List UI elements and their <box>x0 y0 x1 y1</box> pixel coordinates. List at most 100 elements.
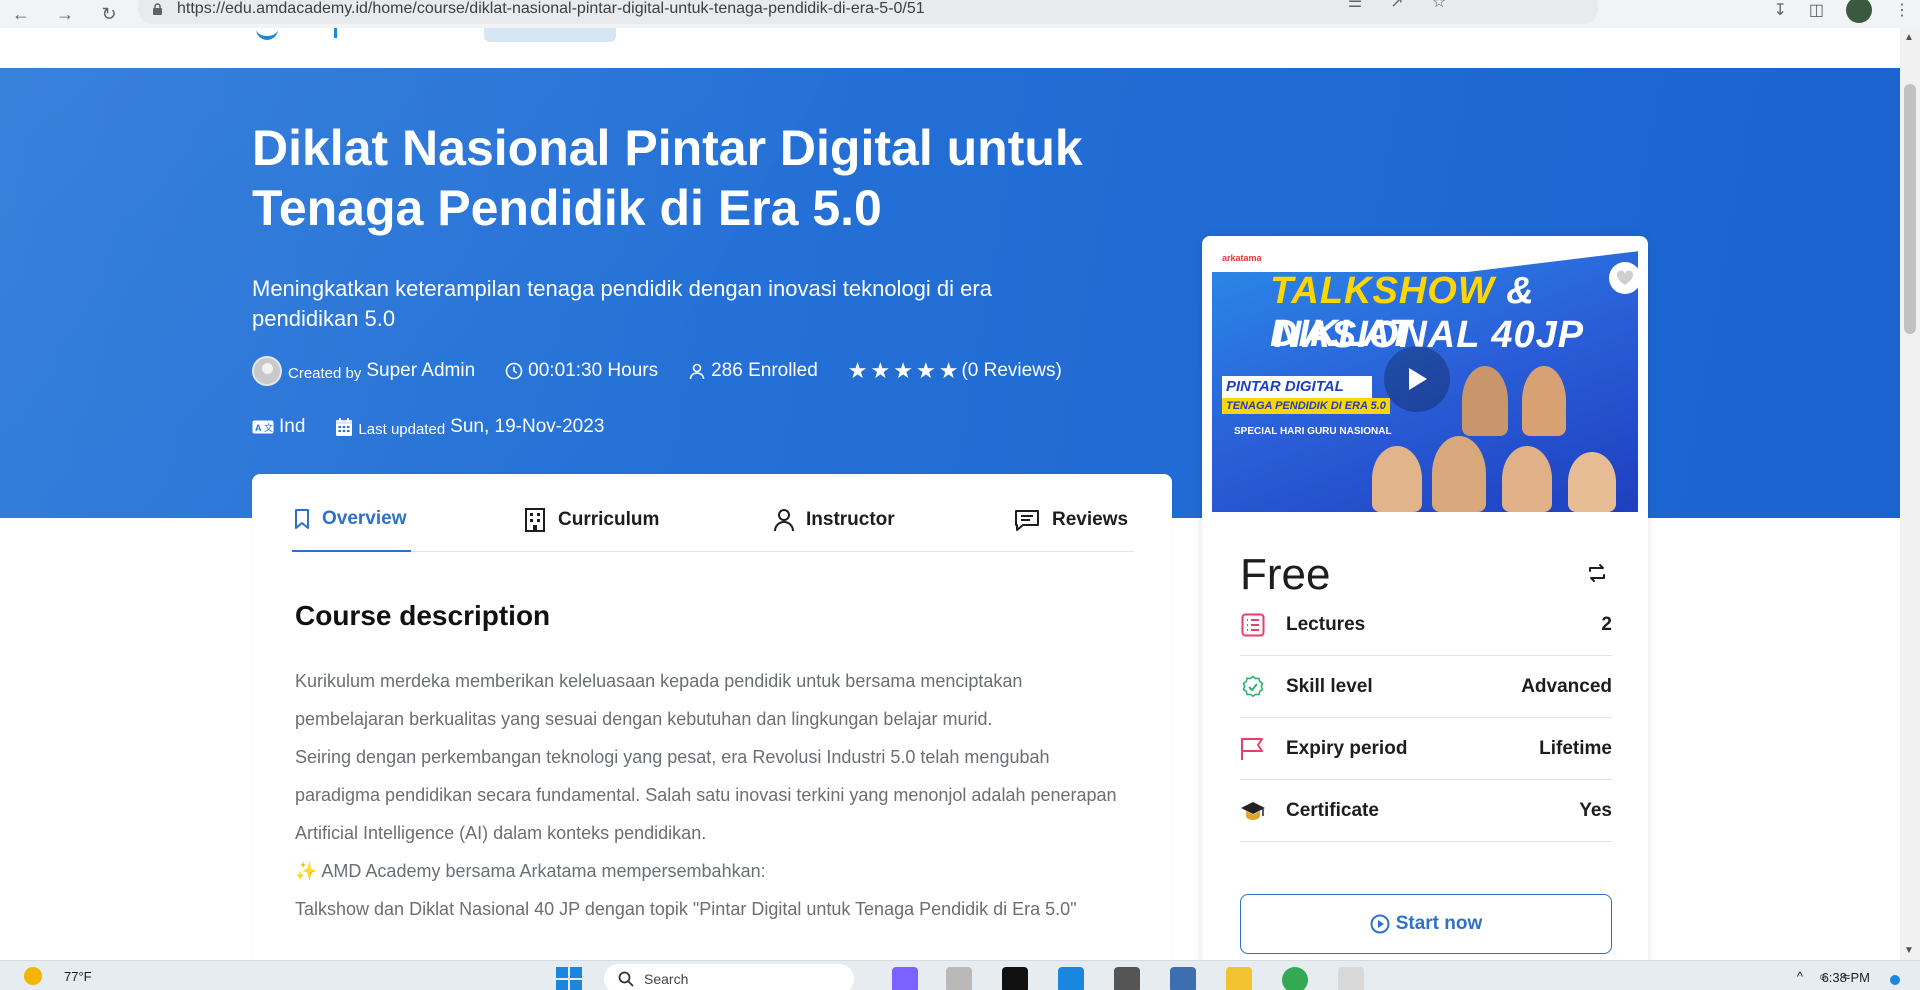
comment-icon <box>1015 510 1039 531</box>
app-icon[interactable] <box>946 967 972 990</box>
badge-check-icon <box>1240 674 1266 700</box>
certificate-label: Certificate <box>1286 799 1379 821</box>
course-preview-thumbnail[interactable]: arkatama TALKSHOW & DIKLAT NASIONAL 40JP… <box>1212 246 1638 512</box>
tab-overview[interactable]: Overview <box>294 508 407 530</box>
description-paragraph: Kurikulum merdeka memberikan keleluasaan… <box>295 671 1023 729</box>
play-icon <box>1409 368 1427 390</box>
browser-toolbar: ← → ↻ https://edu.amdacademy.id/home/cou… <box>0 0 1920 28</box>
app-icon[interactable] <box>1114 967 1140 990</box>
share-icon[interactable]: ↗ <box>1388 0 1406 12</box>
clock-icon <box>505 362 523 380</box>
taskbar-clock[interactable]: 6:38 PM <box>1822 970 1870 985</box>
header-nav-button[interactable] <box>484 28 616 42</box>
tab-curriculum[interactable]: Curriculum <box>524 508 659 532</box>
thumbnail-person <box>1462 366 1508 436</box>
expiry-period-value: Lifetime <box>1539 737 1612 759</box>
active-tab-indicator <box>292 550 411 552</box>
scroll-down-icon[interactable]: ▼ <box>1904 945 1914 956</box>
created-by-label: Created by <box>288 364 362 382</box>
expiry-period-row: Expiry period Lifetime <box>1240 718 1612 780</box>
thumbnail-person <box>1522 366 1566 436</box>
last-updated-date: Sun, 19-Nov-2023 <box>450 416 605 437</box>
tab-overview-label: Overview <box>322 508 407 529</box>
thumbnail-caption: SPECIAL HARI GURU NASIONAL <box>1234 426 1392 437</box>
expiry-period-label: Expiry period <box>1286 737 1408 759</box>
lectures-row: Lectures 2 <box>1240 594 1612 656</box>
language-text: Ind <box>279 416 306 437</box>
skill-level-label: Skill level <box>1286 675 1373 697</box>
start-now-button[interactable]: Start now <box>1240 894 1612 954</box>
certificate-row: Certificate Yes <box>1240 780 1612 842</box>
wishlist-button[interactable] <box>1609 262 1638 294</box>
notification-icon[interactable] <box>1890 975 1900 985</box>
language-icon: A文 <box>252 420 274 434</box>
url-text: https://edu.amdacademy.id/home/course/di… <box>177 0 925 17</box>
tab-curriculum-label: Curriculum <box>558 509 660 530</box>
course-purchase-card: arkatama TALKSHOW & DIKLAT NASIONAL 40JP… <box>1202 236 1648 990</box>
app-icon[interactable] <box>1170 967 1196 990</box>
lock-icon <box>153 3 162 15</box>
course-title: Diklat Nasional Pintar Digital untuk Ten… <box>252 120 1083 236</box>
address-bar[interactable]: https://edu.amdacademy.id/home/course/di… <box>138 0 1598 24</box>
last-updated-label: Last updated <box>358 420 446 438</box>
snipping-tool-icon[interactable] <box>1338 967 1364 990</box>
enrolled-text: 286 Enrolled <box>711 360 818 381</box>
forward-icon[interactable]: → <box>54 3 76 25</box>
user-icon <box>688 362 706 380</box>
menu-icon[interactable]: ⋮ <box>1894 0 1910 20</box>
star-icon: ★ <box>870 358 891 383</box>
download-icon[interactable]: ↧ <box>1773 0 1786 20</box>
bookmark-icon <box>295 509 309 529</box>
reload-icon[interactable]: ↻ <box>98 3 120 25</box>
site-header <box>0 28 1900 68</box>
chrome-app-icon[interactable] <box>1282 967 1308 990</box>
side-panel-icon[interactable]: ◫ <box>1809 0 1824 20</box>
netflix-app-icon[interactable] <box>1002 967 1028 990</box>
play-preview-button[interactable] <box>1384 346 1450 412</box>
course-tabs: Overview Curriculum Instructor Reviews <box>292 474 1134 552</box>
store-app-icon[interactable] <box>1058 967 1084 990</box>
lectures-value: 2 <box>1601 613 1612 635</box>
skill-level-value: Advanced <box>1521 675 1612 697</box>
thumbnail-person <box>1568 452 1616 512</box>
search-icon <box>618 971 634 987</box>
logo-divider <box>334 28 337 38</box>
tab-instructor[interactable]: Instructor <box>774 508 895 532</box>
description-paragraph: Seiring dengan perkembangan teknologi ya… <box>295 747 1117 843</box>
page-scrollbar[interactable]: ▲ ▼ <box>1900 28 1920 960</box>
duration-info: 00:01:30 Hours <box>505 360 658 382</box>
description-heading: Course description <box>295 600 551 631</box>
scroll-up-icon[interactable]: ▲ <box>1904 32 1914 43</box>
windows-start-icon[interactable] <box>556 967 582 990</box>
language-info: A文 Ind <box>252 416 305 438</box>
star-icon: ★ <box>847 358 868 383</box>
profile-avatar[interactable] <box>1846 0 1872 23</box>
course-content-card: Overview Curriculum Instructor Reviews C… <box>252 474 1172 990</box>
copilot-app-icon[interactable] <box>892 967 918 990</box>
description-body: Kurikulum merdeka memberikan keleluasaan… <box>295 662 1125 928</box>
thumbnail-header-strip: arkatama <box>1212 246 1638 272</box>
last-updated-info: Last updated Sun, 19-Nov-2023 <box>335 416 604 438</box>
weather-widget[interactable]: 77°F <box>24 967 92 985</box>
translate-icon[interactable]: ☰ <box>1346 0 1364 12</box>
scroll-thumb[interactable] <box>1904 84 1916 334</box>
thumbnail-brand: arkatama <box>1222 253 1262 263</box>
graduation-cap-icon <box>1240 798 1266 824</box>
star-icon: ★ <box>916 358 936 383</box>
tab-reviews[interactable]: Reviews <box>1014 508 1128 532</box>
creator-name[interactable]: Super Admin <box>366 360 475 382</box>
reviews-count: (0 Reviews) <box>961 360 1062 381</box>
site-logo[interactable] <box>256 28 278 40</box>
taskbar-search[interactable]: Search <box>604 964 854 990</box>
thumbnail-person <box>1372 446 1422 512</box>
back-icon[interactable]: ← <box>10 3 32 25</box>
taskbar-search-placeholder: Search <box>644 971 689 987</box>
bookmark-star-icon[interactable]: ☆ <box>1430 0 1448 12</box>
skill-level-row: Skill level Advanced <box>1240 656 1612 718</box>
tray-chevron-icon[interactable]: ^ <box>1797 969 1803 984</box>
course-meta-row: Created by Super Admin 00:01:30 Hours 28… <box>252 356 1092 386</box>
file-explorer-icon[interactable] <box>1226 967 1252 990</box>
course-subtitle: Meningkatkan keterampilan tenaga pendidi… <box>252 276 992 331</box>
weather-sun-icon <box>24 967 42 985</box>
refresh-icon[interactable] <box>1586 562 1608 584</box>
